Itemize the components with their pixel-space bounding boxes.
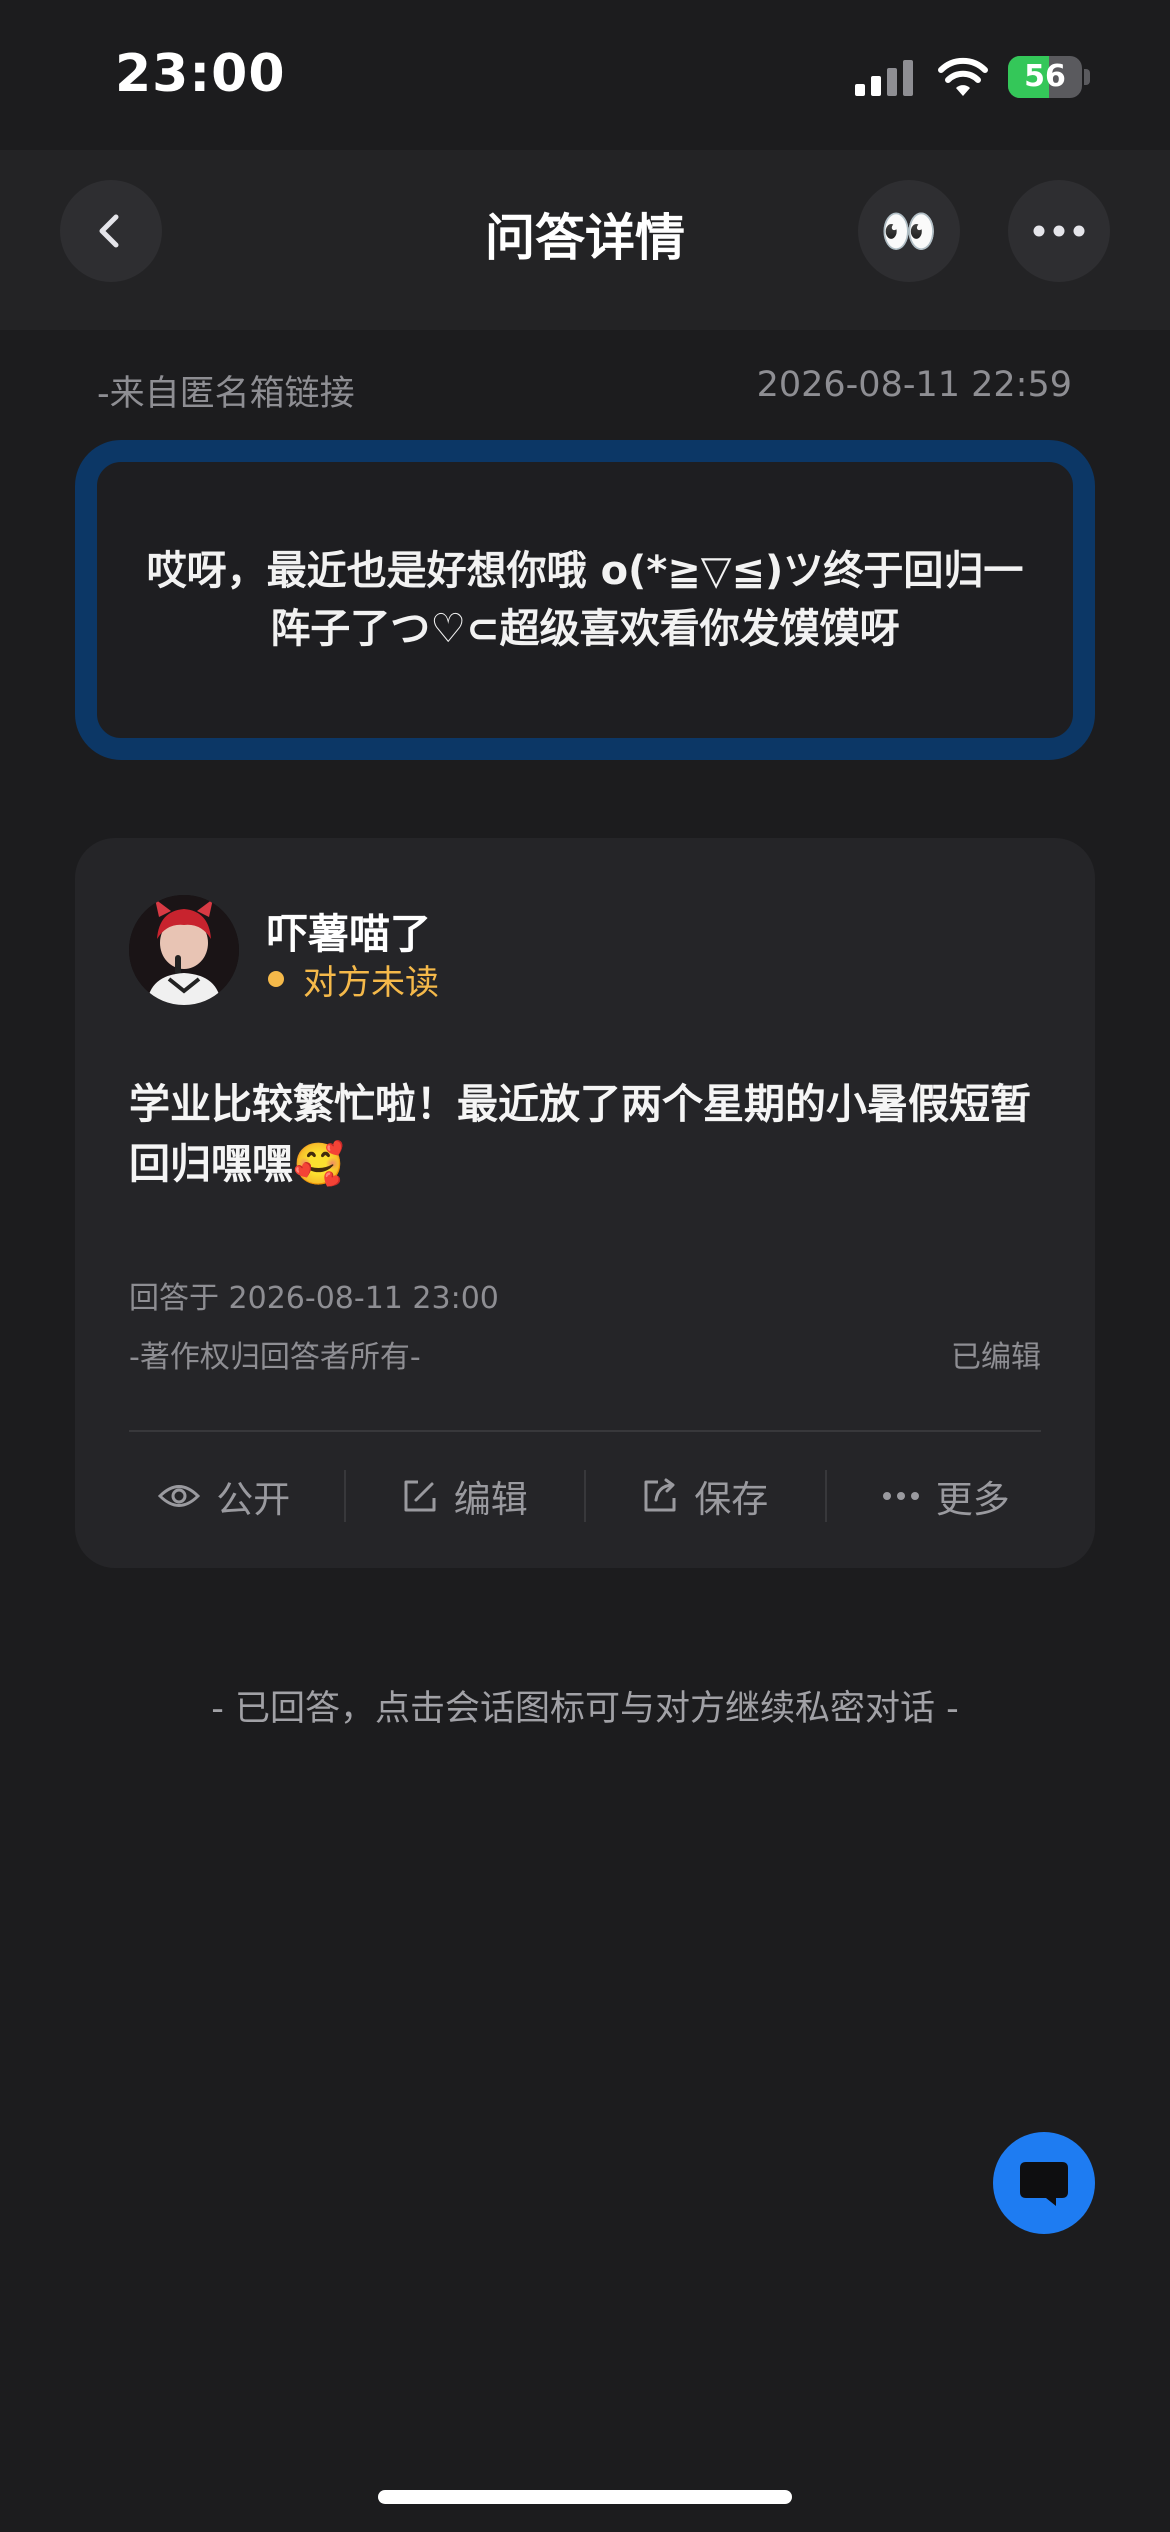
eyes-emoji-icon: 👀 — [880, 203, 938, 258]
eye-icon — [158, 1485, 201, 1507]
author-name: 吓薯喵了 — [267, 910, 431, 958]
status-time: 23:00 — [115, 44, 286, 104]
chat-button[interactable] — [993, 2132, 1095, 2234]
avatar-image — [129, 895, 239, 1005]
battery-indicator: 56 — [1008, 56, 1090, 98]
answer-text: 学业比较繁忙啦！最近放了两个星期的小暑假短暂回归嘿嘿🥰 — [129, 1080, 1031, 1188]
eyes-button[interactable]: 👀 — [858, 180, 960, 282]
more-button[interactable]: 更多 — [827, 1469, 1066, 1523]
cellular-signal-icon — [855, 60, 913, 96]
edited-label: 已编辑 — [951, 1340, 1041, 1375]
more-label: 更多 — [935, 1478, 1010, 1521]
action-bar: 公开 编辑 保存 更多 — [105, 1466, 1065, 1526]
avatar[interactable] — [129, 895, 239, 1005]
ellipsis-icon — [1033, 225, 1085, 237]
public-button[interactable]: 公开 — [105, 1469, 344, 1523]
status-dot — [268, 971, 284, 987]
public-label: 公开 — [216, 1478, 291, 1521]
question-source: -来自匿名箱链接 — [97, 374, 355, 414]
ellipsis-icon — [882, 1492, 919, 1500]
question-box: 哎呀，最近也是好想你哦 o(*≧▽≦)ツ终于回归一阵子了つ♡⊂超级喜欢看你发馍馍… — [75, 440, 1095, 760]
wifi-icon — [938, 57, 988, 96]
more-options-button[interactable] — [1008, 180, 1110, 282]
footer-note: - 已回答，点击会话图标可与对方继续私密对话 - — [211, 1689, 959, 1729]
save-button[interactable]: 保存 — [586, 1469, 825, 1523]
read-status: 对方未读 — [303, 963, 439, 1003]
share-icon — [644, 1478, 676, 1512]
divider — [129, 1430, 1041, 1432]
chat-bubble-icon — [1020, 2162, 1068, 2206]
question-text: 哎呀，最近也是好想你哦 o(*≧▽≦)ツ终于回归一阵子了つ♡⊂超级喜欢看你发馍馍… — [146, 548, 1024, 652]
edit-icon — [404, 1480, 436, 1512]
home-indicator[interactable] — [378, 2490, 792, 2504]
copyright-note: -著作权归回答者所有- — [129, 1340, 421, 1375]
answer-card: 吓薯喵了 对方未读 学业比较繁忙啦！最近放了两个星期的小暑假短暂回归嘿嘿🥰 回答… — [75, 838, 1095, 1568]
battery-level: 56 — [1024, 59, 1066, 94]
answered-timestamp: 回答于 2026-08-11 23:00 — [129, 1281, 499, 1316]
save-label: 保存 — [694, 1478, 769, 1521]
page-title: 问答详情 — [485, 209, 685, 267]
edit-button[interactable]: 编辑 — [346, 1469, 585, 1523]
question-date: 2026-08-11 22:59 — [756, 365, 1072, 405]
edit-label: 编辑 — [453, 1478, 528, 1521]
battery-cap — [1084, 69, 1090, 85]
